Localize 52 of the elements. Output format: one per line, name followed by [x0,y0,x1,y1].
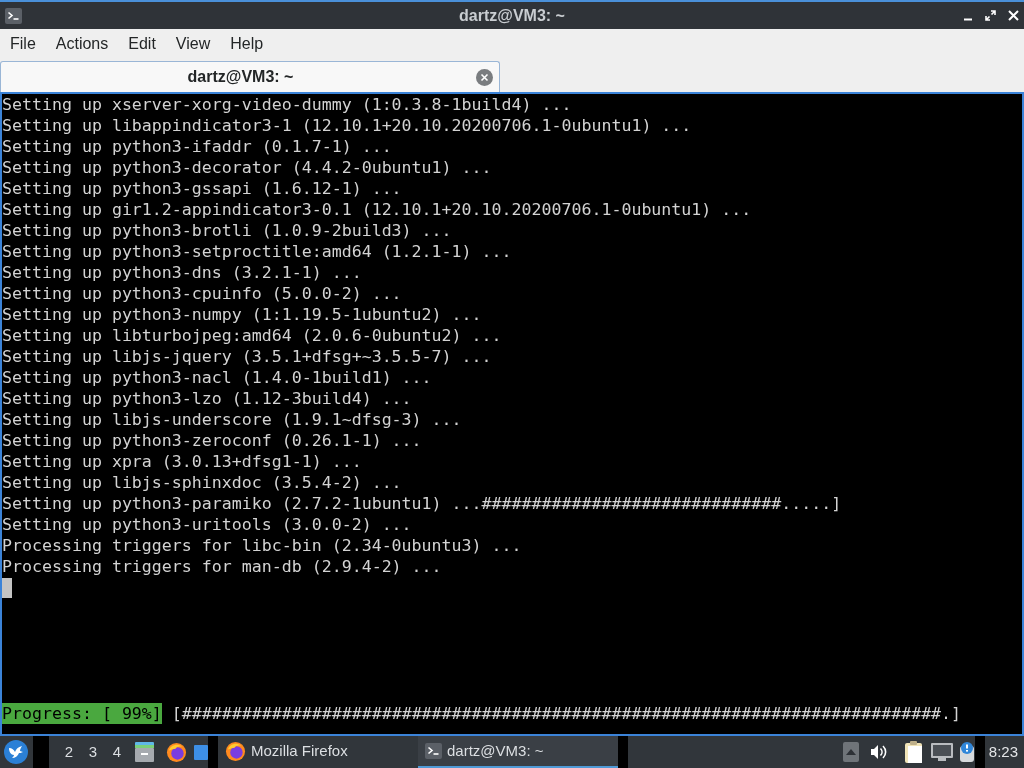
clock: 8:23 [988,741,1018,762]
task-button[interactable]: dartz@VM3: ~ [418,736,618,768]
terminal-line: Setting up gir1.2-appindicator3-0.1 (12.10.1+20.10.20200706.1-0ubuntu1) ... [2,199,752,220]
terminal-line: Setting up python3-brotli (1.0.9-2build3) ... [2,220,452,241]
progress-label: Progress: [ 99%] [2,703,162,724]
menu-item[interactable]: File [0,29,46,58]
square-icon[interactable] [194,744,208,760]
terminal-line: Setting up python3-numpy (1:1.19.5-1ubuntu2) ... [2,304,482,325]
terminal-line: Setting up python3-ifaddr (0.1.7-1) ... [2,136,392,157]
terminal-line: Setting up python3-decorator (4.4.2-0ubuntu1) ... [2,157,492,178]
menu-item[interactable]: Help [220,29,274,58]
close-icon[interactable] [1008,10,1019,21]
globe-icon[interactable] [166,741,187,763]
terminal-icon [425,743,442,759]
terminal-line: Setting up xserver-xorg-video-dummy (1:0.3.8-1build4) ... [2,94,572,115]
terminal-line: Setting up libjs-jquery (3.5.1+dfsg+~3.5.5-7) ... [2,346,492,367]
tab[interactable]: dartz@VM3: ~ [0,61,500,92]
terminal-line: Setting up python3-paramiko (2.7.2-1ubuntu1) ...##############################.....] [2,493,842,514]
terminal-line: Processing triggers for man-db (2.9.4-2) ... [2,556,442,577]
terminal-line: Setting up xpra (3.0.13+dfsg1-1) ... [2,451,362,472]
terminal-line: Setting up python3-lzo (1.12-3build4) ... [2,388,412,409]
terminal-line: Setting up python3-nacl (1.4.0-1build1) ... [2,367,432,388]
globe-icon [225,740,246,762]
window-title: dartz@VM3: ~ [459,5,565,26]
maximize-icon[interactable] [985,10,996,21]
terminal-line: Setting up libappindicator3-1 (12.10.1+20.10.20200706.1-0ubuntu1) ... [2,115,692,136]
terminal-line: Setting up python3-cpuinfo (5.0.0-2) ... [2,283,402,304]
terminal-icon [5,7,22,24]
monitor-icon[interactable] [930,743,953,761]
menu-item[interactable]: Actions [45,29,119,58]
text-cursor [2,578,12,598]
terminal-line: Setting up python3-zeroconf (0.26.1-1) ... [2,430,422,451]
terminal-line: Setting up libjs-sphinxdoc (3.5.4-2) ... [2,472,402,493]
terminal-line: Setting up libturbojpeg:amd64 (2.0.6-0ubuntu2) ... [2,325,502,346]
arrow-up-icon[interactable] [842,742,859,762]
workspace-button[interactable]: 2 [57,736,81,768]
notification-icon[interactable] [959,742,974,762]
terminal-line: Processing triggers for libc-bin (2.34-0ubuntu3) ... [2,535,522,556]
terminal-line: Setting up python3-uritools (3.0.0-2) ... [2,514,412,535]
speaker-icon[interactable] [869,744,887,760]
terminal-line: Setting up python3-dns (3.2.1-1) ... [2,262,362,283]
workspace-button[interactable]: 4 [105,736,129,768]
progress-bar-text: [############################################################################.] [171,703,962,724]
terminal-line: Setting up python3-gssapi (1.6.12-1) ... [2,178,402,199]
menu-item[interactable]: View [165,29,221,58]
workspace-button[interactable]: 3 [81,736,105,768]
clipboard-icon[interactable] [904,741,924,763]
terminal-line: Setting up libjs-underscore (1.9.1~dfsg-3) ... [2,409,462,430]
menu-item[interactable]: Edit [118,29,166,58]
task-button[interactable]: Mozilla Firefox [218,736,418,768]
bird-logo-icon[interactable] [4,740,28,764]
terminal-line: Setting up python3-setproctitle:amd64 (1.2.1-1) ... [2,241,512,262]
